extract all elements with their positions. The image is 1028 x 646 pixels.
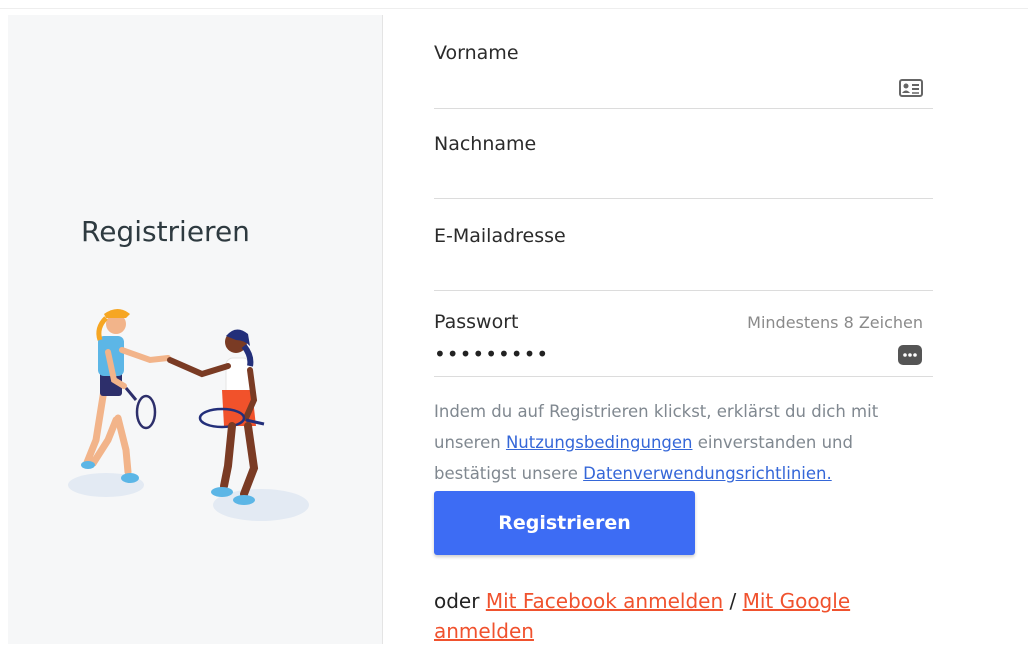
password-hint: Mindestens 8 Zeichen (747, 313, 923, 332)
first-name-input[interactable] (434, 76, 874, 102)
password-label: Passwort (434, 311, 519, 333)
contact-card-icon[interactable] (899, 79, 923, 97)
terms-text: Indem du auf Registrieren klickst, erklä… (434, 396, 934, 489)
first-name-field: Vorname (434, 36, 933, 109)
password-field: Passwort Mindestens 8 Zeichen ••••••••• (434, 306, 933, 377)
last-name-label: Nachname (434, 133, 537, 155)
password-manager-icon[interactable] (897, 344, 923, 366)
social-login: oder Mit Facebook anmelden / Mit Google … (434, 586, 954, 646)
left-panel: Registrieren (8, 15, 383, 644)
email-label: E-Mailadresse (434, 225, 566, 247)
tennis-players-illustration (68, 309, 309, 521)
first-name-label: Vorname (434, 42, 519, 64)
email-input[interactable] (434, 258, 914, 284)
terms-of-use-link[interactable]: Nutzungsbedingungen (506, 433, 693, 452)
top-divider (0, 8, 1028, 9)
last-name-field: Nachname (434, 128, 933, 199)
facebook-login-link[interactable]: Mit Facebook anmelden (486, 589, 723, 613)
social-prefix: oder (434, 589, 486, 613)
password-input[interactable]: ••••••••• (434, 342, 874, 368)
data-policy-link[interactable]: Datenverwendungsrichtlinien. (583, 464, 832, 483)
email-field: E-Mailadresse (434, 220, 933, 291)
page-title: Registrieren (81, 215, 250, 248)
social-separator: / (723, 589, 743, 613)
last-name-input[interactable] (434, 166, 914, 192)
register-button[interactable]: Registrieren (434, 491, 695, 555)
